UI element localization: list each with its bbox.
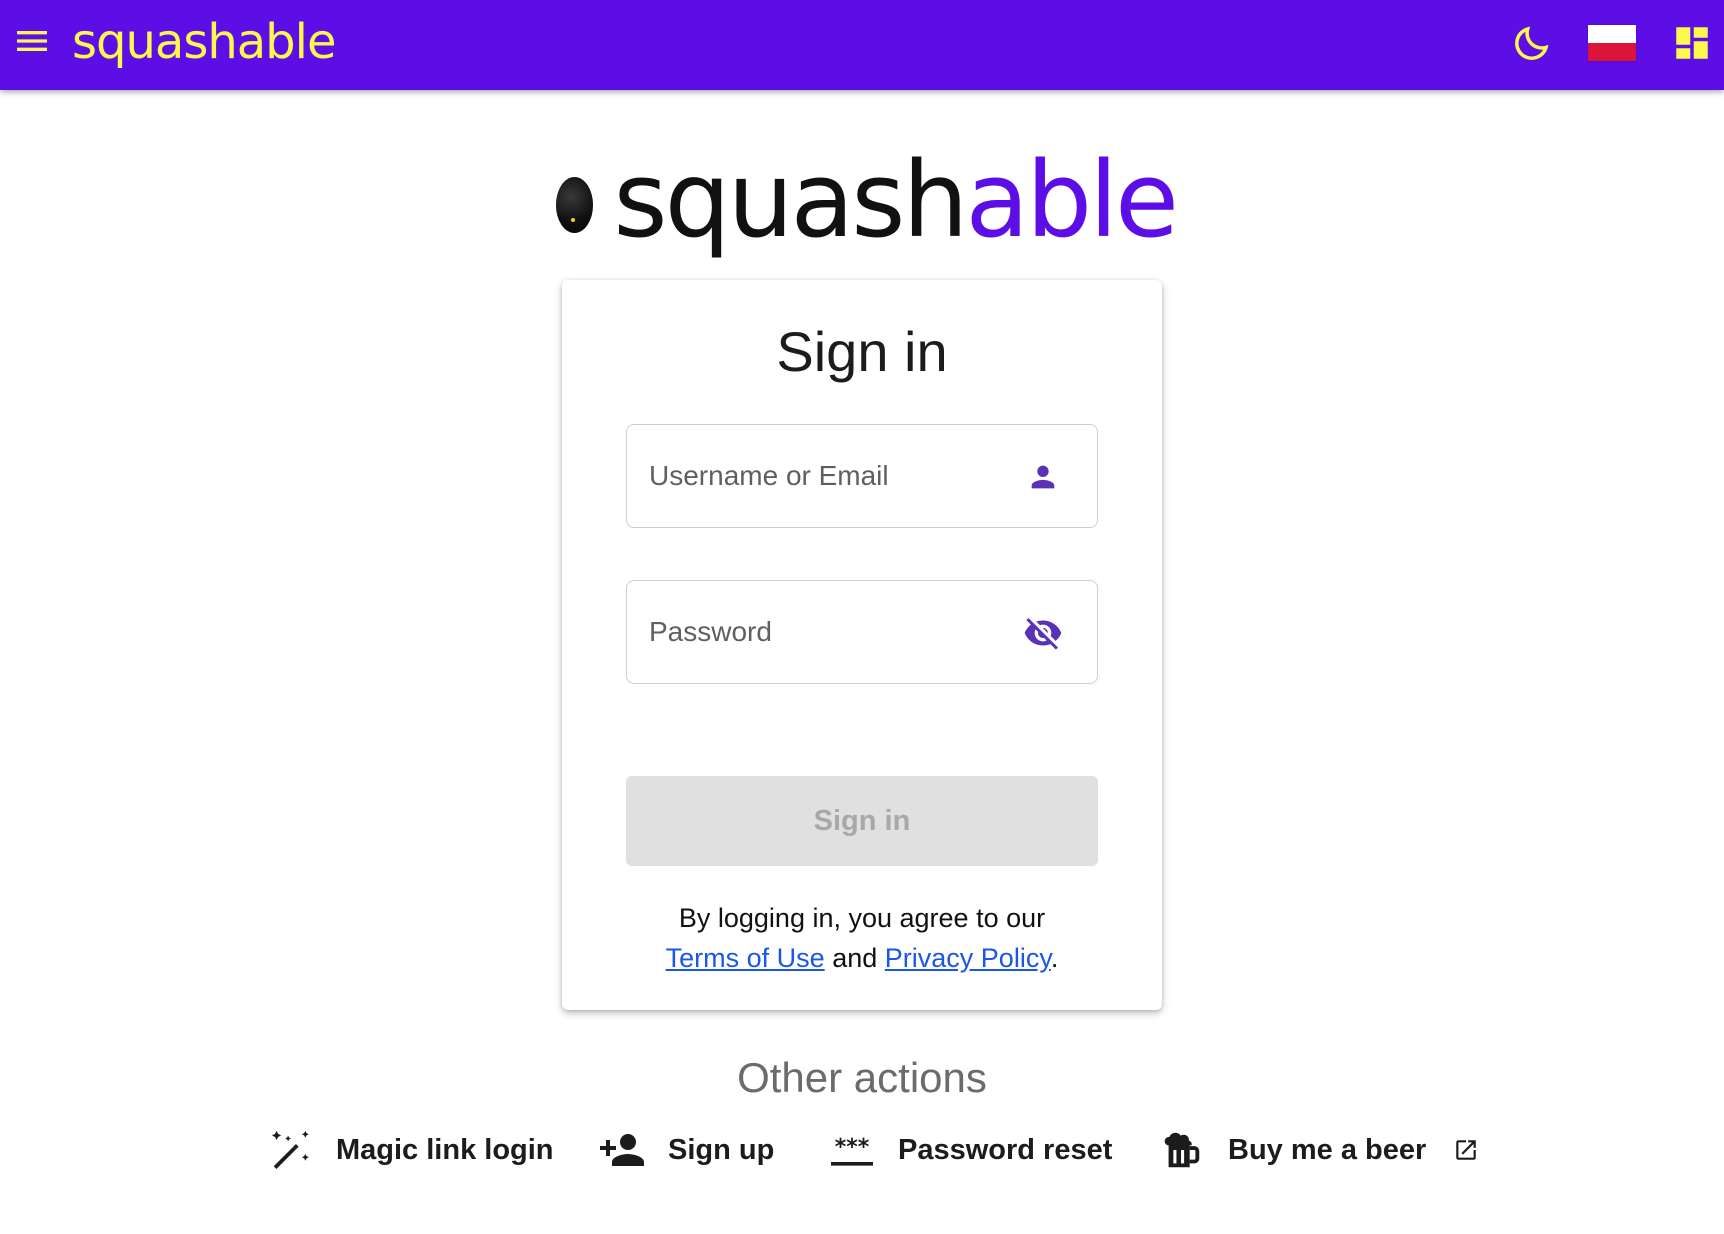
password-reset-label: Password reset xyxy=(898,1133,1113,1166)
visibility-off-icon[interactable] xyxy=(1021,611,1065,655)
password-icon: *** xyxy=(828,1126,876,1174)
signin-button[interactable]: Sign in xyxy=(626,776,1098,866)
signin-title: Sign in xyxy=(776,320,948,383)
magic-wand-icon xyxy=(266,1126,314,1174)
agree-links: Terms of Use and Privacy Policy. xyxy=(562,938,1162,978)
password-input[interactable] xyxy=(647,615,1007,649)
squash-ball-icon xyxy=(556,177,594,233)
password-reset-button[interactable]: *** Password reset xyxy=(828,1125,1112,1175)
dashboard-icon[interactable] xyxy=(1666,17,1718,69)
privacy-policy-link[interactable]: Privacy Policy xyxy=(885,943,1051,973)
poland-flag-icon[interactable] xyxy=(1586,17,1638,69)
agree-text: By logging in, you agree to our xyxy=(678,903,1046,933)
other-actions-list: Magic link login Sign up *** Password re… xyxy=(0,1125,1724,1175)
other-actions-title: Other actions xyxy=(737,1054,987,1101)
menu-icon[interactable] xyxy=(8,17,56,65)
terms-notice: By logging in, you agree to our Terms of… xyxy=(562,898,1162,978)
logo-text-main: squash xyxy=(613,139,968,261)
beer-icon xyxy=(1158,1126,1206,1174)
top-app-bar: squashable xyxy=(0,0,1724,90)
moon-icon[interactable] xyxy=(1506,17,1558,69)
signin-card: Sign in Sign in By logging in, you agree… xyxy=(562,280,1162,1010)
terms-of-use-link[interactable]: Terms of Use xyxy=(666,943,825,973)
buy-me-a-beer-label: Buy me a beer xyxy=(1228,1133,1427,1166)
period-text: . xyxy=(1050,943,1059,973)
person-icon xyxy=(1021,455,1065,499)
app-brand[interactable]: squashable xyxy=(72,10,336,74)
and-text: and xyxy=(832,943,878,973)
logo-text-accent: able xyxy=(965,139,1179,261)
password-field[interactable] xyxy=(626,580,1098,684)
sign-up-button[interactable]: Sign up xyxy=(598,1125,774,1175)
person-add-icon xyxy=(598,1126,646,1174)
open-in-new-icon xyxy=(1452,1136,1480,1164)
magic-link-login-button[interactable]: Magic link login xyxy=(266,1125,554,1175)
logo-wordmark: squashable xyxy=(613,139,1179,261)
buy-me-a-beer-link[interactable]: Buy me a beer xyxy=(1158,1125,1480,1175)
magic-link-login-label: Magic link login xyxy=(336,1133,554,1166)
squashable-logo: squashable xyxy=(556,139,1179,261)
svg-text:***: *** xyxy=(835,1135,870,1160)
username-input[interactable] xyxy=(647,459,1007,493)
sign-up-label: Sign up xyxy=(668,1133,775,1166)
username-field[interactable] xyxy=(626,424,1098,528)
